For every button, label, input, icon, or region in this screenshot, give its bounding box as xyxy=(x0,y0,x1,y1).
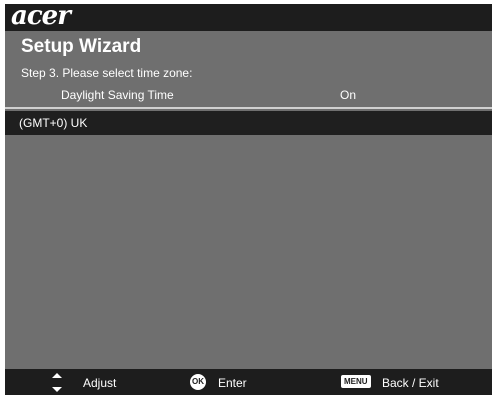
timezone-selected-label: (GMT+0) UK xyxy=(19,116,88,130)
step-instruction: Step 3. Please select time zone: xyxy=(21,66,193,80)
setup-wizard-screen: acer Setup Wizard Step 3. Please select … xyxy=(5,4,492,395)
enter-hint: Enter xyxy=(218,376,247,390)
top-bar: acer xyxy=(5,4,492,31)
adjust-hint: Adjust xyxy=(83,376,117,390)
bottom-hint-bar: Adjust OK Enter MENU Back / Exit xyxy=(5,369,492,395)
menu-button-icon: MENU xyxy=(341,375,371,388)
back-exit-hint: Back / Exit xyxy=(382,376,439,390)
divider xyxy=(5,107,492,109)
ok-button-icon: OK xyxy=(190,374,206,390)
page-title: Setup Wizard xyxy=(21,36,142,57)
daylight-saving-label: Daylight Saving Time xyxy=(61,88,174,102)
acer-logo: acer xyxy=(11,4,71,31)
up-down-arrows-icon xyxy=(52,373,62,392)
timezone-selected-row[interactable]: (GMT+0) UK xyxy=(5,111,492,135)
daylight-saving-value[interactable]: On xyxy=(340,88,356,102)
